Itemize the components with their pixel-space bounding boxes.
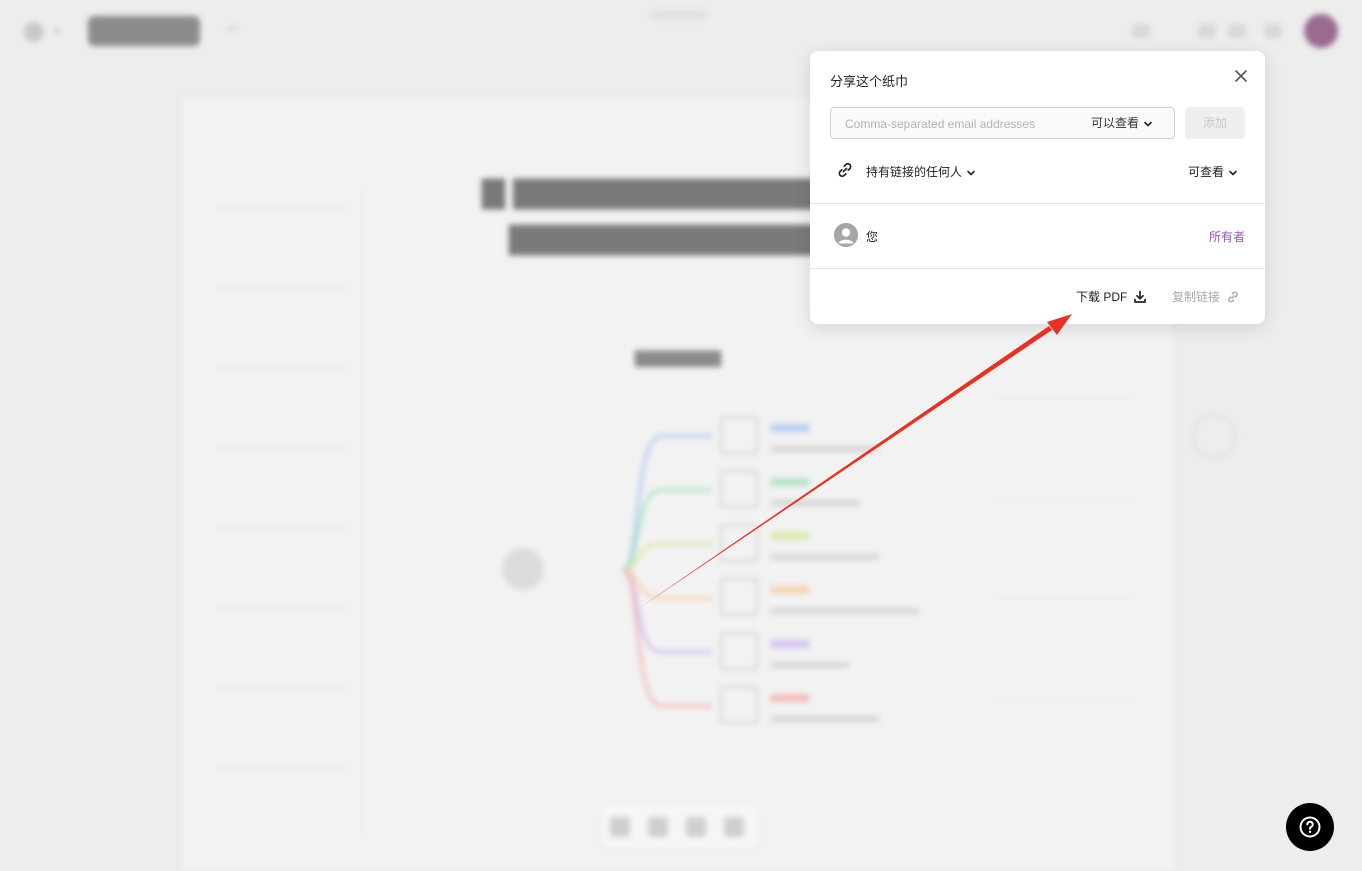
zoom-icon xyxy=(610,817,630,837)
close-icon[interactable] xyxy=(1232,67,1250,85)
link-permission-select[interactable]: 可查看 xyxy=(1188,163,1238,180)
email-field-container: 可以查看 xyxy=(830,107,1175,140)
mindmap-description xyxy=(770,446,880,452)
mindmap-label xyxy=(770,478,810,486)
link-access-label: 持有链接的任何人 xyxy=(866,165,963,179)
link-permission-label: 可查看 xyxy=(1188,165,1225,179)
table-line xyxy=(212,528,352,529)
email-permission-select[interactable]: 可以查看 xyxy=(1091,108,1153,138)
mindmap-description xyxy=(770,608,920,614)
chevron-down-icon: ▾ xyxy=(54,24,61,38)
copy-link-icon xyxy=(1228,291,1238,303)
table-line xyxy=(212,368,352,369)
copy-link-button[interactable]: 复制链接 xyxy=(1172,288,1240,305)
email-permission-label: 可以查看 xyxy=(1091,116,1140,130)
blurred-toolbar-icon xyxy=(1132,24,1150,38)
download-icon xyxy=(1134,290,1147,303)
table-line xyxy=(992,498,1132,499)
share-dialog: 分享这个纸巾 可以查看 添加 持有链接的任何人 可查看 您 所有者 下载 PDF… xyxy=(810,51,1265,324)
email-input[interactable] xyxy=(831,108,1087,140)
divider xyxy=(810,268,1265,269)
mindmap-node-icon xyxy=(720,686,758,724)
mindmap-label xyxy=(770,586,810,594)
link-access-select[interactable]: 持有链接的任何人 xyxy=(866,163,976,180)
undo-icon: ↶ xyxy=(226,22,238,38)
download-pdf-button[interactable]: 下载 PDF xyxy=(1076,288,1147,305)
table-line xyxy=(212,208,352,209)
divider xyxy=(810,203,1265,204)
table-line xyxy=(362,188,363,838)
fit-icon xyxy=(648,817,668,837)
add-button[interactable]: 添加 xyxy=(1185,107,1245,139)
user-name: 您 xyxy=(866,230,879,244)
app-logo-icon xyxy=(24,22,44,42)
grid-icon xyxy=(724,817,744,837)
chevron-down-icon xyxy=(967,170,975,176)
blurred-title-placeholder xyxy=(650,10,706,20)
mindmap-node-icon xyxy=(720,524,758,562)
table-line xyxy=(992,598,1132,599)
copy-link-label: 复制链接 xyxy=(1172,290,1221,304)
mindmap-description xyxy=(770,662,850,668)
mindmap-node-icon xyxy=(720,632,758,670)
table-line xyxy=(992,698,1132,699)
mindmap-description xyxy=(770,554,880,560)
floating-toolbar xyxy=(600,804,760,850)
blurred-side-button xyxy=(1192,414,1236,458)
table-line xyxy=(212,688,352,689)
table-line xyxy=(212,608,352,609)
user-avatar-icon xyxy=(834,223,858,247)
table-line xyxy=(992,398,1132,399)
mindmap-branches xyxy=(621,434,712,708)
chevron-down-icon xyxy=(1144,121,1152,127)
mindmap-node-icon xyxy=(720,470,758,508)
chevron-down-icon xyxy=(1229,170,1237,176)
table-line xyxy=(212,448,352,449)
mindmap-label xyxy=(770,532,810,540)
help-icon xyxy=(1299,816,1321,838)
mindmap-center-node xyxy=(502,548,544,590)
blurred-diagram-title: ▇▇▇▇▇▇▇ xyxy=(634,350,722,367)
user-role: 所有者 xyxy=(1209,230,1246,244)
dialog-title: 分享这个纸巾 xyxy=(830,74,909,89)
mindmap-label xyxy=(770,640,810,648)
blurred-toolbar-icon xyxy=(1264,24,1282,38)
table-line xyxy=(212,288,352,289)
mindmap-label xyxy=(770,694,810,702)
link-icon xyxy=(838,162,852,178)
blurred-action-button xyxy=(88,16,200,46)
user-avatar xyxy=(1304,14,1338,48)
mindmap-node-icon xyxy=(720,416,758,454)
blurred-toolbar-icon xyxy=(1228,24,1246,38)
help-button[interactable] xyxy=(1286,803,1334,851)
mindmap-node-icon xyxy=(720,578,758,616)
table-line xyxy=(212,768,352,769)
download-pdf-label: 下载 PDF xyxy=(1076,290,1128,304)
mindmap-label xyxy=(770,424,810,432)
blurred-toolbar-icon xyxy=(1198,24,1216,38)
mindmap-description xyxy=(770,500,860,506)
mindmap-description xyxy=(770,716,880,722)
pen-icon xyxy=(686,817,706,837)
